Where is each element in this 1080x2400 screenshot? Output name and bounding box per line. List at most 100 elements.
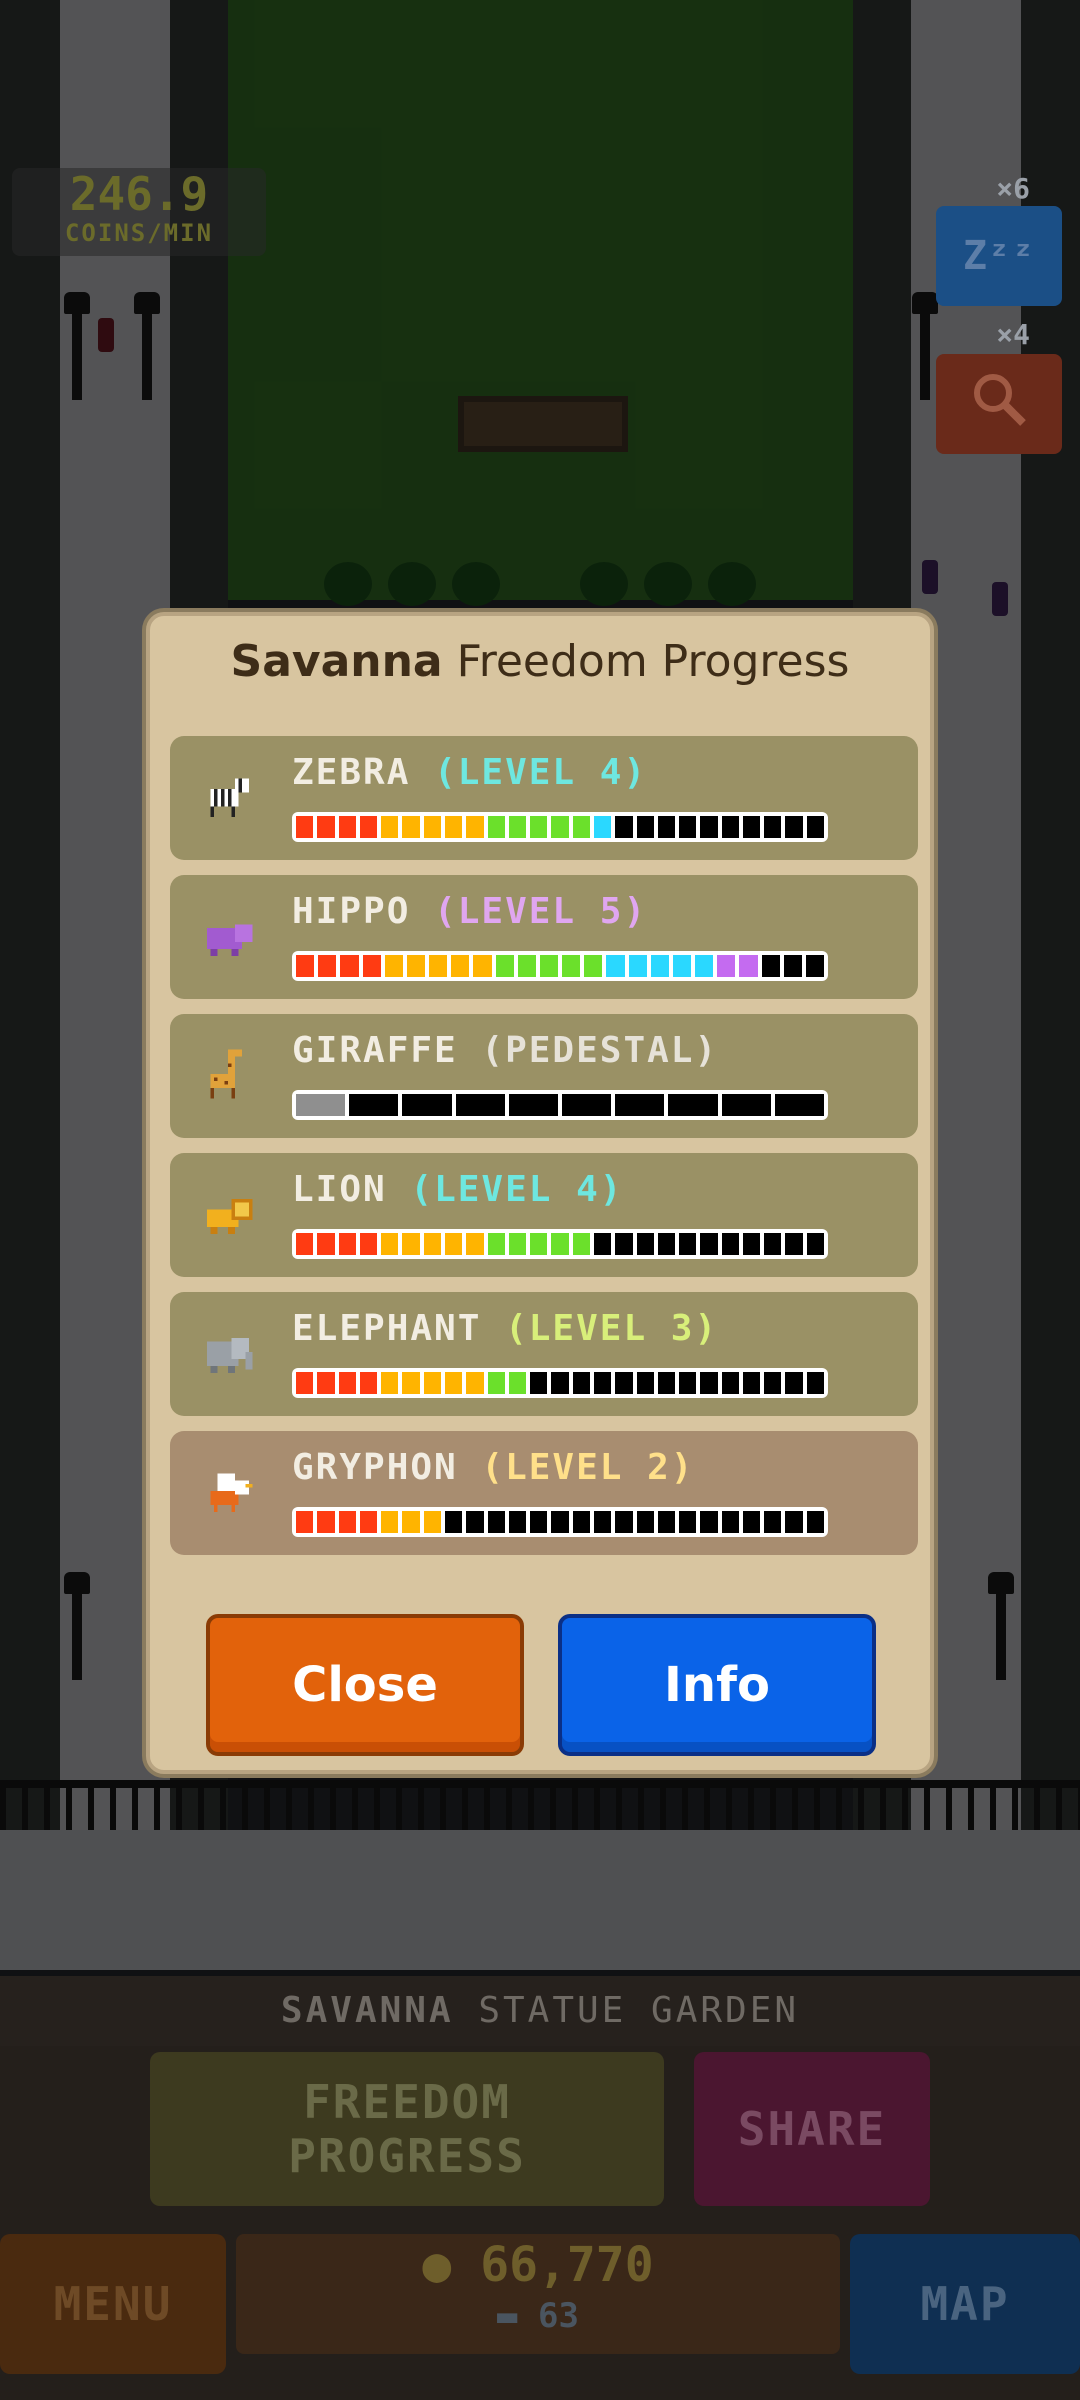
animal-row[interactable]: ZEBRA (LEVEL 4) [170,736,918,860]
freedom-progress-bar [292,1229,828,1259]
progress-segment [785,1511,803,1533]
progress-segment [466,1372,484,1394]
sleep-boost-count: ×6 [996,172,1030,205]
progress-segment [700,1372,718,1394]
animal-row[interactable]: GRYPHON (LEVEL 2) [170,1431,918,1555]
progress-segment [551,816,569,838]
progress-segment [721,816,739,838]
lion-icon [200,1185,256,1241]
progress-segment [317,1372,335,1394]
animal-level: (LEVEL 2) [481,1447,695,1488]
freedom-progress-bar [292,812,828,842]
freedom-progress-bar [292,951,828,981]
search-boost-button[interactable] [936,354,1062,454]
animal-name: ZEBRA [292,752,411,793]
freedom-progress-bar [292,1368,828,1398]
freedom-progress-button[interactable]: FREEDOM PROGRESS [150,2052,664,2206]
progress-segment [517,955,536,977]
animal-name-label: GRYPHON (LEVEL 2) [292,1447,694,1488]
animal-row[interactable]: ELEPHANT (LEVEL 3) [170,1292,918,1416]
progress-segment [739,955,758,977]
progress-segment [785,1372,803,1394]
progress-segment [785,1233,803,1255]
progress-segment [774,1094,825,1116]
progress-segment [473,955,492,977]
progress-segment [444,816,463,838]
close-button[interactable]: Close [206,1614,524,1756]
progress-segment [593,1372,612,1394]
progress-segment [423,816,441,838]
progress-segment [429,955,448,977]
share-button[interactable]: SHARE [694,2052,930,2206]
progress-segment [700,1233,718,1255]
info-button[interactable]: Info [558,1614,876,1756]
progress-segment [402,1094,452,1116]
progress-segment [742,1511,761,1533]
progress-segment [806,1233,825,1255]
progress-segment [551,1511,569,1533]
progress-segment [572,1372,590,1394]
map-button[interactable]: MAP [850,2234,1080,2374]
progress-segment [317,816,335,838]
garden-title-rest: STATUE GARDEN [453,1990,800,2031]
progress-segment [615,1511,633,1533]
progress-segment [444,1372,463,1394]
progress-segment [338,1511,356,1533]
progress-segment [717,955,736,977]
progress-segment [572,816,590,838]
progress-segment [349,1094,399,1116]
menu-button[interactable]: MENU [0,2234,226,2374]
progress-segment [657,816,676,838]
progress-segment [805,955,825,977]
dialog-title-biome: Savanna [230,636,443,687]
sleep-icon: Zᶻᶻ [962,233,1036,279]
progress-segment [761,955,780,977]
coins-per-min-value: 246.9 [69,167,209,221]
progress-segment [615,1372,633,1394]
progress-segment [695,955,714,977]
progress-segment [783,955,802,977]
progress-segment [466,1233,484,1255]
progress-segment [572,1511,590,1533]
progress-segment [657,1233,676,1255]
progress-segment [628,955,647,977]
coin-icon: ● [422,2237,452,2293]
magnifier-icon [967,367,1031,441]
progress-segment [318,955,337,977]
progress-segment [296,955,315,977]
animal-row[interactable]: HIPPO (LEVEL 5) [170,875,918,999]
progress-segment [636,1511,654,1533]
progress-segment [679,1511,697,1533]
progress-segment [530,1372,548,1394]
progress-segment [487,1233,505,1255]
progress-segment [296,1233,314,1255]
progress-segment [551,1233,569,1255]
progress-segment [317,1233,335,1255]
progress-segment [402,1233,420,1255]
animal-name-label: ZEBRA (LEVEL 4) [292,752,647,793]
garden-title: SAVANNA STATUE GARDEN [0,1976,1080,2046]
progress-segment [785,816,803,838]
progress-segment [466,1511,484,1533]
progress-segment [359,1511,378,1533]
progress-segment [530,1233,548,1255]
progress-segment [650,955,669,977]
progress-segment [668,1094,718,1116]
animal-row[interactable]: LION (LEVEL 4) [170,1153,918,1277]
coins-per-min-display: 246.9 COINS/MIN [12,168,266,256]
sleep-boost-button[interactable]: Zᶻᶻ [936,206,1062,306]
animal-row[interactable]: GIRAFFE (PEDESTAL) [170,1014,918,1138]
progress-segment [508,816,527,838]
progress-segment [562,1094,612,1116]
garden-title-bold: SAVANNA [280,1990,454,2031]
progress-segment [381,1233,399,1255]
progress-segment [721,1511,739,1533]
progress-segment [423,1372,441,1394]
progress-segment [636,1372,654,1394]
progress-segment [317,1511,335,1533]
progress-segment [700,1511,718,1533]
progress-segment [296,1094,346,1116]
animal-name-label: ELEPHANT (LEVEL 3) [292,1308,718,1349]
progress-segment [636,1233,654,1255]
ticket-icon: ▬ [497,2296,518,2336]
